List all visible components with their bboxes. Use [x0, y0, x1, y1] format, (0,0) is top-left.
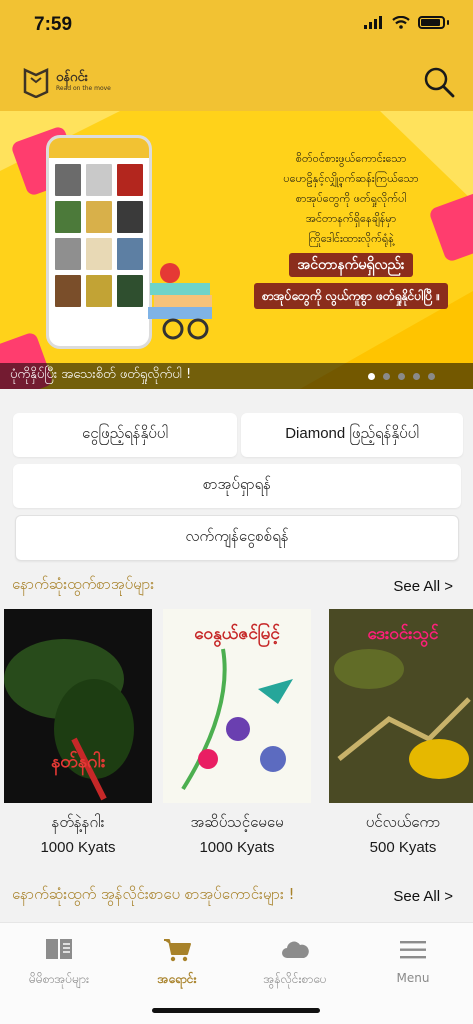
latest-books-title: နောက်ဆုံးထွက်စာအုပ်များ	[12, 575, 155, 593]
mockup-book	[86, 201, 112, 233]
tab-label: အရောင်း	[157, 972, 197, 986]
mockup-book	[117, 275, 143, 307]
phone-mockup-grid	[49, 158, 149, 313]
book-cover[interactable]: ဝေနွယ်ဇင်မြင့်	[163, 609, 311, 803]
tab-label: မိမိစာအုပ်များ	[29, 972, 89, 986]
tab-label: Menu	[396, 971, 430, 985]
mockup-book	[117, 201, 143, 233]
battery-tip	[447, 20, 449, 25]
banner-line: အင်တာနက်ရှိနေချိန်မှာ	[305, 212, 397, 225]
tab-my-books[interactable]: မိမိစာအုပ်များ	[0, 937, 118, 989]
status-bar: 7:59	[0, 0, 473, 50]
tab-online-books[interactable]: အွန်လိုင်းစာပေ	[236, 937, 354, 989]
mockup-book	[86, 164, 112, 196]
carousel-dot[interactable]	[413, 373, 420, 380]
tab-label: အွန်လိုင်းစာပေ	[263, 972, 327, 986]
banner-caption: ပုံကိုနှိပ်ပြီး အသေးစိတ် ဖတ်ရှုလိုက်ပါ !	[10, 367, 192, 382]
phone-mockup	[46, 135, 152, 349]
top-up-button[interactable]: ငွေဖြည့်ရန်နှိပ်ပါ	[13, 413, 237, 457]
mockup-book	[55, 164, 81, 196]
app-logo[interactable]: ဝန်ဂင်း Read on the move	[22, 66, 111, 98]
cover-title: ဝေနွယ်ဇင်မြင့်	[194, 624, 280, 644]
book-card[interactable]: နတ်နဂါး နတ်နဲ့နဂါး 1000 Kyats	[4, 609, 152, 856]
banner-line: ကြိုဒေါင်းထားလိုက်ရုံနဲ့	[308, 232, 394, 245]
mockup-book	[117, 164, 143, 196]
mockup-book	[86, 275, 112, 307]
carousel-dot[interactable]	[398, 373, 405, 380]
book-card[interactable]: ဒေးဝင်းသွင် ပင်လယ်ကော 500 Kyats	[329, 609, 473, 856]
banner-headline: အင်တာနက်မရှိလည်း	[289, 253, 413, 277]
banner-text: စိတ်ဝင်စားဖွယ်ကောင်းသော ပဟေဠိနှင့်လျှို့…	[240, 149, 462, 309]
banner-line: ပဟေဠိနှင့်လျှို့ဝှက်ဆန်းကြယ်သော	[283, 172, 419, 185]
banner-line: စာအုပ်တွေကို ဖတ်ရှုလိုက်ပါ	[295, 192, 407, 205]
diamond-top-up-button[interactable]: Diamond ဖြည့်ရန်နှိပ်ပါ	[241, 413, 463, 457]
logo-book-icon	[23, 68, 49, 98]
cloud-icon	[282, 941, 309, 958]
book-price: 500 Kyats	[369, 839, 437, 856]
banner-line: စိတ်ဝင်စားဖွယ်ကောင်းသော	[295, 152, 407, 165]
search-books-button[interactable]: စာအုပ်ရှာရန်	[13, 464, 461, 508]
book-cover[interactable]: နတ်နဂါး	[4, 609, 152, 803]
latest-online-see-all-link[interactable]: See All >	[393, 888, 453, 905]
status-icons	[364, 16, 449, 29]
cart-icon	[164, 939, 191, 962]
battery-icon	[418, 16, 445, 29]
carousel-dot[interactable]	[368, 373, 375, 380]
cover-title: ဒေးဝင်းသွင်	[367, 624, 439, 644]
phone-mockup-header	[49, 138, 149, 158]
tab-menu[interactable]: Menu	[354, 937, 472, 985]
book-card[interactable]: ဝေနွယ်ဇင်မြင့် အဆိပ်သင့်မေမေ 1000 Kyats	[163, 609, 311, 856]
carousel-dot[interactable]	[383, 373, 390, 380]
menu-icon	[400, 941, 426, 959]
status-time: 7:59	[34, 14, 73, 35]
book-price: 1000 Kyats	[199, 839, 275, 856]
mockup-book	[55, 201, 81, 233]
latest-books-see-all-link[interactable]: See All >	[393, 578, 453, 595]
check-balance-button[interactable]: လက်ကျန်ငွေစစ်ရန်	[15, 515, 459, 561]
book-title: နတ်နဲ့နဂါး	[51, 813, 105, 831]
book-cover[interactable]: ဒေးဝင်းသွင်	[329, 609, 473, 803]
home-indicator[interactable]	[152, 1008, 320, 1013]
mockup-book	[117, 238, 143, 270]
book-stack-illustration	[148, 263, 212, 340]
book-price: 1000 Kyats	[40, 839, 116, 856]
logo-text: ဝန်ဂင်း Read on the move	[56, 71, 111, 93]
latest-online-books-title: နောက်ဆုံးထွက် အွန်လိုင်းစာပေ စာအုပ်ကောင်…	[12, 885, 295, 903]
app-header: 7:59 ဝန်ဂင်း Read on the move	[0, 0, 473, 111]
book-title: အဆိပ်သင့်မေမေ	[190, 813, 284, 831]
wifi-icon	[392, 16, 410, 29]
tab-shop[interactable]: အရောင်း	[118, 937, 236, 989]
logo-subtitle: Read on the move	[56, 85, 111, 92]
book-title: ပင်လယ်ကော	[365, 813, 441, 831]
mockup-book	[55, 275, 81, 307]
signal-icon	[364, 16, 382, 29]
search-icon[interactable]	[423, 66, 455, 98]
mockup-book	[55, 238, 81, 270]
banner-subheadline: စာအုပ်တွေကို လွယ်ကူစွာ ဖတ်ရှုနိုင်ပါပြီ …	[253, 283, 449, 309]
logo-title: ဝန်ဂင်း	[56, 70, 88, 85]
promo-banner[interactable]: စိတ်ဝင်စားဖွယ်ကောင်းသော ပဟေဠိနှင့်လျှို့…	[0, 111, 473, 389]
mockup-book	[86, 238, 112, 270]
carousel-dots[interactable]	[368, 373, 435, 380]
carousel-dot[interactable]	[428, 373, 435, 380]
cover-title: နတ်နဂါး	[50, 751, 106, 772]
book-icon	[46, 939, 72, 959]
